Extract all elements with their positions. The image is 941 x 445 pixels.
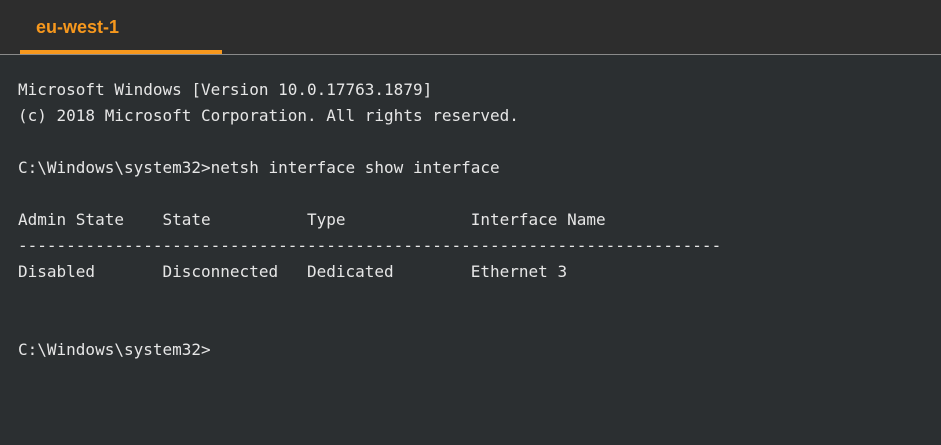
terminal-line: Microsoft Windows [Version 10.0.17763.18… [18,80,433,99]
terminal-command-line: C:\Windows\system32>netsh interface show… [18,158,500,177]
tab-bar: eu-west-1 [0,0,941,55]
table-row: Disabled Disconnected Dedicated Ethernet… [18,262,568,281]
terminal-output[interactable]: Microsoft Windows [Version 10.0.17763.18… [18,77,941,363]
terminal-prompt[interactable]: C:\Windows\system32> [18,337,941,363]
table-header: Admin State State Type Interface Name [18,210,606,229]
tab-eu-west-1[interactable]: eu-west-1 [20,0,222,54]
table-divider: ----------------------------------------… [18,236,722,255]
tab-label: eu-west-1 [36,17,120,37]
terminal-line: (c) 2018 Microsoft Corporation. All righ… [18,106,519,125]
